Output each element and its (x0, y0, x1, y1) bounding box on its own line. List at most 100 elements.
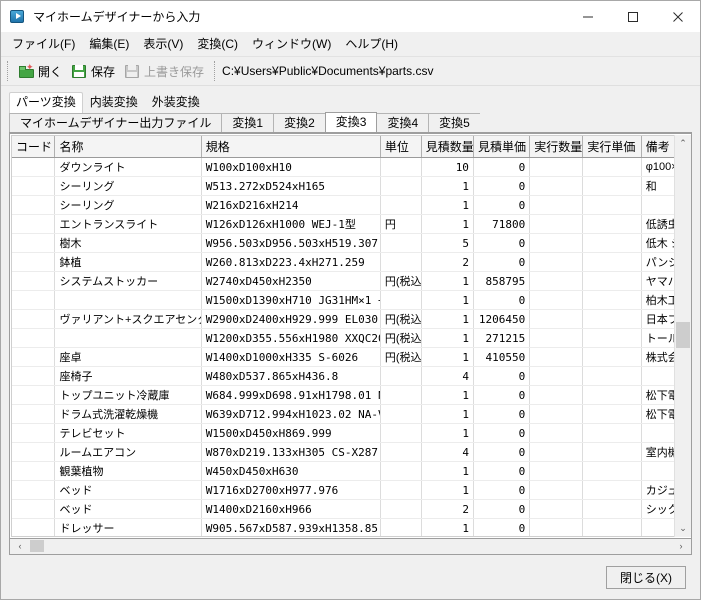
cell-run_qty[interactable] (530, 291, 583, 310)
cell-code[interactable] (12, 462, 55, 481)
maximize-button[interactable] (610, 1, 655, 32)
cell-run_price[interactable] (583, 500, 641, 519)
cell-run_price[interactable] (583, 519, 641, 538)
cell-unit[interactable]: 円(税込 (380, 348, 421, 367)
cell-code[interactable] (12, 272, 55, 291)
cell-run_qty[interactable] (530, 500, 583, 519)
cell-est_price[interactable]: 0 (473, 386, 529, 405)
table-row[interactable]: ルームエアコンW870xD219.133xH305 CS-X28740室内機松下… (12, 443, 690, 462)
cell-est_qty[interactable]: 1 (421, 177, 473, 196)
cell-run_qty[interactable] (530, 177, 583, 196)
cell-unit[interactable] (380, 462, 421, 481)
cell-run_qty[interactable] (530, 158, 583, 177)
cell-spec[interactable]: W126xD126xH1000 WEJ-1型 (201, 215, 380, 234)
tab-conversion-3[interactable]: 変換3 (325, 112, 378, 132)
cell-name[interactable]: テレビセット (55, 424, 201, 443)
cell-name[interactable]: 観葉植物 (55, 462, 201, 481)
cell-name[interactable]: 座椅子 (55, 367, 201, 386)
cell-code[interactable] (12, 329, 55, 348)
tab-mhd-output-file[interactable]: マイホームデザイナー出力ファイル (9, 113, 222, 132)
cell-est_qty[interactable]: 2 (421, 253, 473, 272)
cell-code[interactable] (12, 196, 55, 215)
cell-name[interactable]: トップユニット冷蔵庫 (55, 386, 201, 405)
cell-unit[interactable] (380, 405, 421, 424)
cell-est_price[interactable]: 0 (473, 367, 529, 386)
cell-run_qty[interactable] (530, 234, 583, 253)
cell-run_price[interactable] (583, 158, 641, 177)
cell-est_price[interactable]: 0 (473, 500, 529, 519)
cell-spec[interactable]: W260.813xD223.4xH271.259 (201, 253, 380, 272)
scroll-right-icon[interactable]: › (673, 539, 689, 553)
cell-code[interactable] (12, 443, 55, 462)
close-dialog-button[interactable]: 閉じる(X) (606, 566, 686, 589)
cell-run_price[interactable] (583, 291, 641, 310)
table-row[interactable]: ベッドW1716xD2700xH977.97610カジュアル (12, 481, 690, 500)
cell-est_qty[interactable]: 10 (421, 158, 473, 177)
horizontal-scrollbar[interactable]: ‹ › (9, 539, 692, 555)
cell-est_price[interactable]: 71800 (473, 215, 529, 234)
cell-name[interactable]: ダウンライト (55, 158, 201, 177)
cell-est_qty[interactable]: 1 (421, 272, 473, 291)
cell-name[interactable]: ドレッサー (55, 519, 201, 538)
table-row[interactable]: W1200xD355.556xH1980 XXQC20ARHFH円(税込1271… (12, 329, 690, 348)
cell-unit[interactable] (380, 177, 421, 196)
cell-est_price[interactable]: 0 (473, 158, 529, 177)
cell-est_price[interactable]: 0 (473, 291, 529, 310)
cell-run_qty[interactable] (530, 196, 583, 215)
cell-run_price[interactable] (583, 443, 641, 462)
cell-est_qty[interactable]: 1 (421, 405, 473, 424)
cell-est_qty[interactable]: 1 (421, 310, 473, 329)
cell-est_price[interactable]: 410550 (473, 348, 529, 367)
cell-name[interactable]: ドラム式洗濯乾燥機 (55, 405, 201, 424)
table-row[interactable]: ドレッサーW905.567xD587.939xH1358.8510 (12, 519, 690, 538)
cell-name[interactable]: シーリング (55, 177, 201, 196)
cell-code[interactable] (12, 291, 55, 310)
vertical-scrollbar[interactable]: ⌃ ⌄ (674, 135, 690, 537)
tab-conversion-5[interactable]: 変換5 (428, 113, 481, 132)
toolbar-grip[interactable] (7, 61, 11, 81)
column-header-est_price[interactable]: 見積単価 (473, 136, 529, 158)
cell-unit[interactable] (380, 158, 421, 177)
minimize-button[interactable] (565, 1, 610, 32)
cell-name[interactable]: ヴァリアント+スクエアセンターテーブル (55, 310, 201, 329)
cell-code[interactable] (12, 348, 55, 367)
tab-conversion-1[interactable]: 変換1 (221, 113, 274, 132)
table-row[interactable]: シーリングW513.272xD524xH16510和 (12, 177, 690, 196)
cell-spec[interactable]: W1500xD450xH869.999 (201, 424, 380, 443)
cell-run_qty[interactable] (530, 253, 583, 272)
cell-run_price[interactable] (583, 310, 641, 329)
cell-unit[interactable] (380, 481, 421, 500)
cell-est_qty[interactable]: 1 (421, 424, 473, 443)
table-row[interactable]: ヴァリアント+スクエアセンターテーブルW2900xD2400xH929.999 … (12, 310, 690, 329)
cell-spec[interactable]: W1400xD2160xH966 (201, 500, 380, 519)
cell-unit[interactable]: 円(税込 (380, 329, 421, 348)
menu-item-convert[interactable]: 変換(C) (190, 34, 245, 55)
cell-est_qty[interactable]: 1 (421, 329, 473, 348)
cell-spec[interactable]: W1400xD1000xH335 S-6026 (201, 348, 380, 367)
cell-run_price[interactable] (583, 386, 641, 405)
cell-unit[interactable]: 円 (380, 215, 421, 234)
menu-item-edit[interactable]: 編集(E) (82, 34, 136, 55)
cell-run_price[interactable] (583, 177, 641, 196)
cell-est_price[interactable]: 0 (473, 405, 529, 424)
cell-est_price[interactable]: 0 (473, 424, 529, 443)
column-header-spec[interactable]: 規格 (201, 136, 380, 158)
cell-est_qty[interactable]: 1 (421, 462, 473, 481)
menu-item-window[interactable]: ウィンドウ(W) (245, 34, 338, 55)
cell-run_qty[interactable] (530, 329, 583, 348)
cell-spec[interactable]: W216xD216xH214 (201, 196, 380, 215)
cell-est_price[interactable]: 0 (473, 234, 529, 253)
tab-parts-conversion[interactable]: パーツ変換 (9, 92, 83, 113)
cell-code[interactable] (12, 519, 55, 538)
cell-spec[interactable]: W2740xD450xH2350 (201, 272, 380, 291)
cell-name[interactable]: 樹木 (55, 234, 201, 253)
cell-unit[interactable]: 円(税込 (380, 272, 421, 291)
menu-item-help[interactable]: ヘルプ(H) (338, 34, 405, 55)
cell-unit[interactable] (380, 386, 421, 405)
cell-run_qty[interactable] (530, 443, 583, 462)
menu-item-view[interactable]: 表示(V) (136, 34, 190, 55)
cell-code[interactable] (12, 405, 55, 424)
cell-est_price[interactable]: 0 (473, 253, 529, 272)
cell-est_price[interactable]: 0 (473, 481, 529, 500)
cell-code[interactable] (12, 481, 55, 500)
